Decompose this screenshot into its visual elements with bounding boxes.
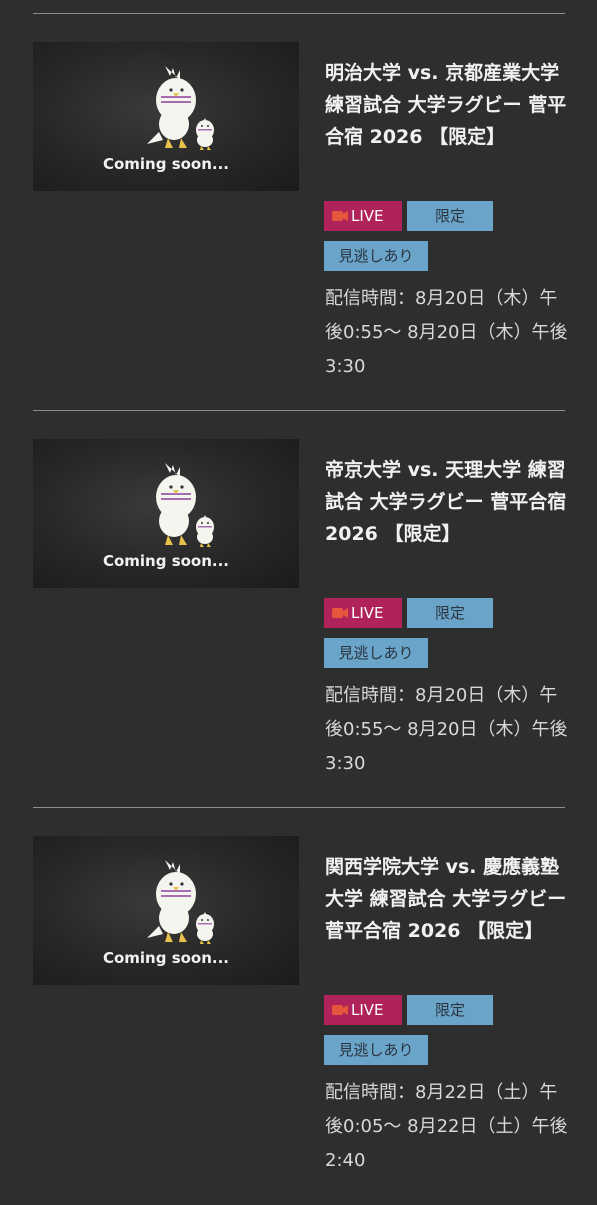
- event-thumbnail[interactable]: Coming soon...: [33, 42, 299, 191]
- video-camera-icon: [332, 211, 348, 221]
- coming-soon-label: Coming soon...: [102, 552, 230, 570]
- rewatch-badge: 見逃しあり: [324, 638, 428, 668]
- badge-group: LIVE 限定 見逃しあり: [324, 995, 504, 1075]
- mascot-illustration: [147, 66, 214, 150]
- event-title[interactable]: 明治大学 vs. 京都産業大学 練習試合 大学ラグビー 菅平合宿 2026 【限…: [325, 57, 570, 153]
- live-label: LIVE: [351, 207, 384, 225]
- coming-soon-label: Coming soon...: [102, 949, 230, 967]
- live-badge: LIVE: [324, 201, 402, 231]
- limited-badge: 限定: [407, 201, 493, 231]
- event-card[interactable]: Coming soon... 明治大学 vs. 京都産業大学 練習試合 大学ラグ…: [0, 14, 597, 411]
- limited-badge: 限定: [407, 598, 493, 628]
- event-title[interactable]: 帝京大学 vs. 天理大学 練習試合 大学ラグビー 菅平合宿 2026 【限定】: [325, 454, 570, 550]
- limited-badge: 限定: [407, 995, 493, 1025]
- coming-soon-label: Coming soon...: [102, 155, 230, 173]
- broadcast-period: 配信時間：8月22日（土）午後0:05〜 8月22日（土）午後2:40: [325, 1082, 568, 1171]
- event-card[interactable]: Coming soon... 帝京大学 vs. 天理大学 練習試合 大学ラグビー…: [0, 411, 597, 808]
- live-label: LIVE: [351, 604, 384, 622]
- mascot-illustration: [147, 860, 214, 944]
- badge-group: LIVE 限定 見逃しあり: [324, 598, 504, 678]
- event-title[interactable]: 関西学院大学 vs. 慶應義塾大学 練習試合 大学ラグビー 菅平合宿 2026 …: [325, 851, 570, 947]
- event-thumbnail[interactable]: Coming soon...: [33, 836, 299, 985]
- event-thumbnail[interactable]: Coming soon...: [33, 439, 299, 588]
- event-card[interactable]: Coming soon... 関西学院大学 vs. 慶應義塾大学 練習試合 大学…: [0, 808, 597, 1205]
- mascot-illustration: [156, 463, 214, 547]
- live-label: LIVE: [351, 1001, 384, 1019]
- broadcast-period: 配信時間：8月20日（木）午後0:55〜 8月20日（木）午後3:30: [325, 288, 568, 377]
- video-camera-icon: [332, 1005, 348, 1015]
- broadcast-period: 配信時間：8月20日（木）午後0:55〜 8月20日（木）午後3:30: [325, 685, 568, 774]
- live-badge: LIVE: [324, 995, 402, 1025]
- live-badge: LIVE: [324, 598, 402, 628]
- rewatch-badge: 見逃しあり: [324, 241, 428, 271]
- badge-group: LIVE 限定 見逃しあり: [324, 201, 504, 281]
- video-camera-icon: [332, 608, 348, 618]
- rewatch-badge: 見逃しあり: [324, 1035, 428, 1065]
